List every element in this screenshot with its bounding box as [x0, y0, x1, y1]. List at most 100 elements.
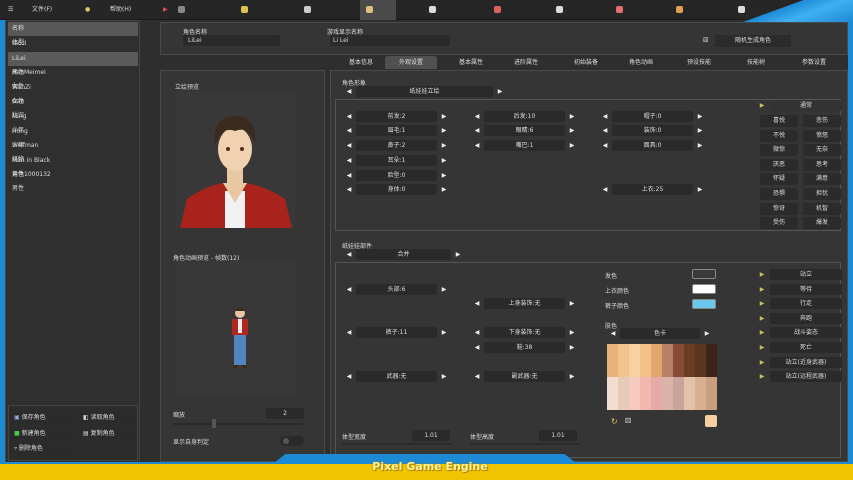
arrow-left-icon[interactable]: ◀	[345, 125, 353, 136]
scale-input[interactable]: 2	[266, 408, 304, 419]
animation-button[interactable]: 站立(远程武器)	[770, 371, 842, 383]
palette-swatch[interactable]	[695, 377, 706, 410]
arrow-right-icon[interactable]: ▶	[696, 125, 704, 136]
part-stepper[interactable]: 眉毛:1	[356, 125, 437, 136]
arrow-right-icon[interactable]: ▶	[440, 170, 448, 181]
arrow-left-icon[interactable]: ◀	[609, 328, 617, 339]
play-icon[interactable]: ▶	[758, 327, 766, 338]
list-item[interactable]: HanMeimei 女性	[8, 66, 138, 90]
expression-button[interactable]: 思考	[803, 158, 841, 171]
arrow-right-icon[interactable]: ▶	[440, 111, 448, 122]
arrow-left-icon[interactable]: ◀	[601, 184, 609, 195]
show-hitbox-toggle[interactable]	[280, 436, 304, 446]
tab-2[interactable]: 基本属性	[445, 56, 497, 69]
arrow-right-icon[interactable]: ▶	[440, 371, 448, 382]
list-item[interactable]: Wolfman 怪物	[8, 139, 138, 163]
menu-tab-8[interactable]: 技能编辑	[670, 0, 706, 33]
arrow-right-icon[interactable]: ▶	[440, 184, 448, 195]
expression-button[interactable]: 爆发	[803, 217, 841, 230]
list-item[interactable]: Man in Black 男性	[8, 154, 138, 178]
arrow-left-icon[interactable]: ◀	[473, 371, 481, 382]
arrow-right-icon[interactable]: ▶	[568, 298, 576, 309]
palette-swatch[interactable]	[629, 344, 640, 377]
expression-button[interactable]: 不悦	[760, 129, 798, 142]
top-color-swatch[interactable]	[692, 284, 716, 294]
arrow-right-icon[interactable]: ▶	[440, 125, 448, 136]
expression-button[interactable]: 担忧	[803, 188, 841, 200]
arrow-right-icon[interactable]: ▶	[696, 184, 704, 195]
palette-swatch[interactable]	[684, 344, 695, 377]
arrow-left-icon[interactable]: ◀	[601, 125, 609, 136]
arrow-right-icon[interactable]: ▶	[454, 249, 462, 260]
delete-character-button[interactable]: ▿ 删除角色	[11, 443, 71, 455]
animation-button[interactable]: 行走	[770, 298, 842, 310]
list-item[interactable]: taozi女性	[8, 37, 138, 61]
arrow-left-icon[interactable]: ◀	[345, 371, 353, 382]
expression-button[interactable]: 受伤	[760, 217, 798, 230]
scale-slider[interactable]	[173, 423, 303, 425]
arrow-left-icon[interactable]: ◀	[345, 111, 353, 122]
part-stepper[interactable]: 鼻子:2	[356, 140, 437, 151]
palette-swatch[interactable]	[662, 377, 673, 410]
animation-button[interactable]: 等待	[770, 283, 842, 295]
part-stepper[interactable]: 帽子:0	[612, 111, 693, 122]
expression-button[interactable]: 机智	[803, 202, 841, 215]
play-icon[interactable]: ▶	[758, 357, 766, 368]
expression-button[interactable]: 惊讶	[760, 202, 798, 215]
menu-tab-7[interactable]: 道具编辑	[610, 0, 646, 33]
display-name-input[interactable]: Li Lei	[330, 35, 450, 46]
palette-swatch[interactable]	[706, 377, 717, 410]
head-stepper[interactable]: 头部:6	[356, 284, 437, 295]
arrow-right-icon[interactable]: ▶	[440, 155, 448, 166]
skin-selector[interactable]: 色卡	[620, 328, 700, 339]
arrow-left-icon[interactable]: ◀	[345, 327, 353, 338]
palette-swatch[interactable]	[640, 344, 651, 377]
arrow-left-icon[interactable]: ◀	[345, 86, 353, 97]
palette-swatch[interactable]	[651, 344, 662, 377]
arrow-right-icon[interactable]: ▶	[568, 327, 576, 338]
play-icon[interactable]: ▶	[163, 0, 168, 20]
palette-swatch[interactable]	[651, 377, 662, 410]
lower-deco-stepper[interactable]: 下身装饰:无	[484, 327, 565, 338]
name-input[interactable]: LiLei	[183, 35, 280, 46]
part-stepper[interactable]: 装饰:0	[612, 125, 693, 136]
part-stepper[interactable]: 前发:2	[356, 111, 437, 122]
list-item[interactable]: LiLei 男性	[8, 51, 138, 76]
arrow-right-icon[interactable]: ▶	[696, 111, 704, 122]
expression-button[interactable]: 愤怒	[803, 129, 841, 142]
arrow-right-icon[interactable]: ▶	[568, 111, 576, 122]
expression-button[interactable]: 厌恶	[760, 158, 798, 171]
play-icon[interactable]: ▶	[758, 269, 766, 280]
arrow-right-icon[interactable]: ▶	[440, 284, 448, 295]
list-item[interactable]: Ming 少年	[8, 110, 138, 134]
expression-button[interactable]: 满意	[803, 173, 841, 186]
animation-button[interactable]: 站立	[770, 269, 842, 280]
body-height-input[interactable]: 1.01	[539, 430, 577, 441]
tab-1[interactable]: 外观设置	[385, 56, 437, 69]
dice-icon[interactable]: ⚄	[625, 417, 631, 425]
list-item[interactable]: Gao 壮汉	[8, 95, 138, 119]
palette-swatch[interactable]	[684, 377, 695, 410]
pants-color-swatch[interactable]	[692, 299, 716, 309]
arrow-right-icon[interactable]: ▶	[703, 328, 711, 339]
arrow-right-icon[interactable]: ▶	[696, 140, 704, 151]
arrow-left-icon[interactable]: ◀	[345, 249, 353, 260]
palette-swatch[interactable]	[607, 344, 618, 377]
tab-6[interactable]: 预设技能	[673, 56, 725, 69]
play-icon[interactable]: ▶	[758, 342, 766, 353]
expression-button[interactable]: 怀疑	[760, 173, 798, 186]
palette-swatch[interactable]	[695, 344, 706, 377]
arrow-left-icon[interactable]: ◀	[473, 327, 481, 338]
palette-swatch[interactable]	[618, 377, 629, 410]
parts-selector[interactable]: 合并	[356, 249, 451, 260]
play-icon[interactable]: ▶	[758, 298, 766, 309]
part-stepper[interactable]: 上衣:25	[612, 184, 693, 195]
palette-swatch[interactable]	[673, 377, 684, 410]
palette-swatch[interactable]	[640, 377, 651, 410]
menu-file[interactable]: 文件(F)	[32, 0, 52, 20]
list-item[interactable]: 角色1000132 男性	[8, 168, 138, 192]
arrow-right-icon[interactable]: ▶	[440, 327, 448, 338]
appearance-selector[interactable]: 纸娃娃立绘	[356, 86, 493, 97]
menu-tab-3[interactable]: 角色编辑	[360, 0, 397, 33]
arrow-right-icon[interactable]: ▶	[568, 140, 576, 151]
